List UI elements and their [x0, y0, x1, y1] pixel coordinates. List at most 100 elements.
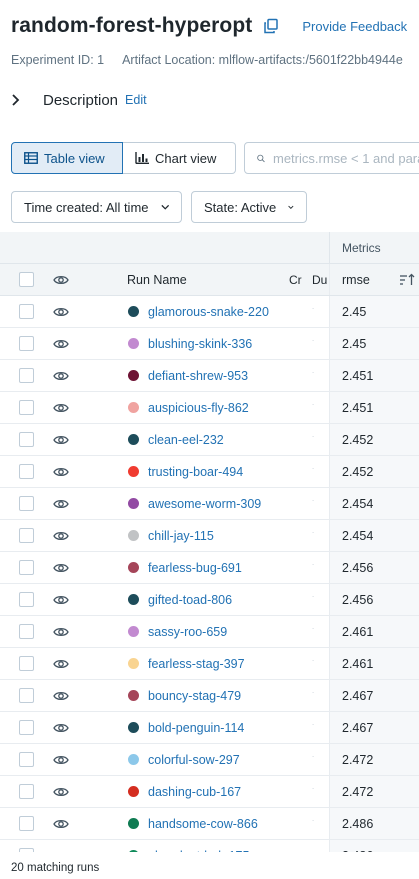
eye-icon[interactable]	[53, 424, 69, 455]
time-created-filter[interactable]: Time created: All time	[11, 191, 182, 223]
rmse-column-header[interactable]: rmse	[329, 264, 419, 295]
rmse-cell: 2.451	[329, 360, 419, 391]
copy-icon[interactable]	[262, 17, 280, 35]
rmse-cell: 2.454	[329, 520, 419, 551]
eye-icon[interactable]	[53, 808, 69, 839]
rmse-cell: 2.461	[329, 648, 419, 679]
created-cell	[289, 776, 311, 807]
eye-icon[interactable]	[53, 712, 69, 743]
run-name-link[interactable]: blushing-skink-336	[148, 337, 252, 351]
run-name-link[interactable]: bold-penguin-114	[148, 721, 244, 735]
run-name-link[interactable]: chill-jay-115	[148, 529, 214, 543]
eye-icon[interactable]	[53, 776, 69, 807]
row-checkbox[interactable]	[19, 336, 34, 351]
run-name-link[interactable]: awesome-worm-309	[148, 497, 261, 511]
eye-icon[interactable]	[53, 744, 69, 775]
row-checkbox[interactable]	[19, 432, 34, 447]
row-checkbox[interactable]	[19, 368, 34, 383]
eye-icon[interactable]	[53, 584, 69, 615]
run-name-link[interactable]: gifted-toad-806	[148, 593, 232, 607]
run-name-link[interactable]: fearless-stag-397	[148, 657, 245, 671]
duration-tick: ˙	[312, 466, 315, 477]
table-row[interactable]: bouncy-stag-479 ˙ 2.467	[0, 680, 419, 712]
table-row[interactable]: fearless-stag-397 ˙ 2.461	[0, 648, 419, 680]
eye-icon[interactable]	[53, 328, 69, 359]
eye-icon[interactable]	[53, 616, 69, 647]
table-row[interactable]: auspicious-fly-862 ˙ 2.451	[0, 392, 419, 424]
table-row[interactable]: gifted-toad-806 ˙ 2.456	[0, 584, 419, 616]
table-view-button[interactable]: Table view	[11, 142, 123, 174]
bar-chart-icon	[135, 152, 149, 164]
table-row[interactable]: chill-jay-115 ˙ 2.454	[0, 520, 419, 552]
search-input[interactable]	[273, 150, 419, 166]
eye-icon[interactable]	[53, 392, 69, 423]
run-name-link[interactable]: auspicious-fly-862	[148, 401, 249, 415]
table-row[interactable]: handsome-cow-866 ˙ 2.486	[0, 808, 419, 840]
eye-icon[interactable]	[53, 264, 69, 295]
eye-icon[interactable]	[53, 680, 69, 711]
eye-icon[interactable]	[53, 360, 69, 391]
run-name-link[interactable]: sassy-roo-659	[148, 625, 227, 639]
state-filter[interactable]: State: Active	[191, 191, 307, 223]
duration-cell: ˙	[312, 712, 328, 743]
duration-tick: ˙	[312, 498, 315, 509]
row-checkbox[interactable]	[19, 560, 34, 575]
provide-feedback-link[interactable]: Provide Feedback	[302, 19, 407, 34]
run-name-link[interactable]: handsome-cow-866	[148, 817, 258, 831]
description-label[interactable]: Description	[43, 92, 118, 109]
run-name-link[interactable]: fearless-bug-691	[148, 561, 242, 575]
run-color-dot	[128, 498, 139, 509]
table-row[interactable]: fearless-bug-691 ˙ 2.456	[0, 552, 419, 584]
select-all-checkbox[interactable]	[19, 272, 34, 287]
run-color-dot	[128, 338, 139, 349]
row-checkbox[interactable]	[19, 464, 34, 479]
run-name-link[interactable]: clean-eel-232	[148, 433, 224, 447]
table-row[interactable]: defiant-shrew-953 ˙ 2.451	[0, 360, 419, 392]
row-checkbox[interactable]	[19, 784, 34, 799]
row-checkbox[interactable]	[19, 304, 34, 319]
table-row[interactable]: sassy-roo-659 ˙ 2.461	[0, 616, 419, 648]
row-checkbox[interactable]	[19, 624, 34, 639]
eye-icon[interactable]	[53, 296, 69, 327]
rmse-cell: 2.461	[329, 616, 419, 647]
eye-icon[interactable]	[53, 456, 69, 487]
run-name-column-header[interactable]: Run Name	[127, 264, 187, 295]
description-edit-link[interactable]: Edit	[125, 93, 147, 107]
row-checkbox[interactable]	[19, 656, 34, 671]
eye-icon[interactable]	[53, 552, 69, 583]
row-checkbox[interactable]	[19, 816, 34, 831]
row-checkbox[interactable]	[19, 496, 34, 511]
row-checkbox[interactable]	[19, 528, 34, 543]
eye-icon[interactable]	[53, 488, 69, 519]
table-group-header: Metrics	[0, 232, 419, 264]
run-name-link[interactable]: trusting-boar-494	[148, 465, 243, 479]
row-checkbox[interactable]	[19, 592, 34, 607]
run-name-link[interactable]: defiant-shrew-953	[148, 369, 248, 383]
eye-icon[interactable]	[53, 648, 69, 679]
row-checkbox[interactable]	[19, 720, 34, 735]
table-row[interactable]: bold-penguin-114 ˙ 2.467	[0, 712, 419, 744]
table-row[interactable]: blushing-skink-336 ˙ 2.45	[0, 328, 419, 360]
table-row[interactable]: dashing-cub-167 ˙ 2.472	[0, 776, 419, 808]
run-color-dot	[128, 722, 139, 733]
run-name-link[interactable]: colorful-sow-297	[148, 753, 240, 767]
row-checkbox[interactable]	[19, 400, 34, 415]
created-column-header[interactable]: Cr	[289, 264, 311, 295]
row-checkbox[interactable]	[19, 688, 34, 703]
run-name-link[interactable]: glamorous-snake-220	[148, 305, 269, 319]
table-row[interactable]: colorful-sow-297 ˙ 2.472	[0, 744, 419, 776]
table-row[interactable]: glamorous-snake-220 ˙ 2.45	[0, 296, 419, 328]
duration-tick: ˙	[312, 530, 315, 541]
table-row[interactable]: clean-eel-232 ˙ 2.452	[0, 424, 419, 456]
eye-icon[interactable]	[53, 520, 69, 551]
chart-view-button[interactable]: Chart view	[123, 142, 236, 174]
table-row[interactable]: awesome-worm-309 ˙ 2.454	[0, 488, 419, 520]
duration-column-header[interactable]: Du	[312, 264, 328, 295]
chevron-right-icon[interactable]	[11, 94, 33, 106]
row-checkbox[interactable]	[19, 752, 34, 767]
run-name-link[interactable]: dashing-cub-167	[148, 785, 241, 799]
chevron-down-icon	[160, 204, 169, 210]
table-row[interactable]: trusting-boar-494 ˙ 2.452	[0, 456, 419, 488]
run-name-link[interactable]: bouncy-stag-479	[148, 689, 241, 703]
sort-icon[interactable]	[399, 273, 415, 286]
